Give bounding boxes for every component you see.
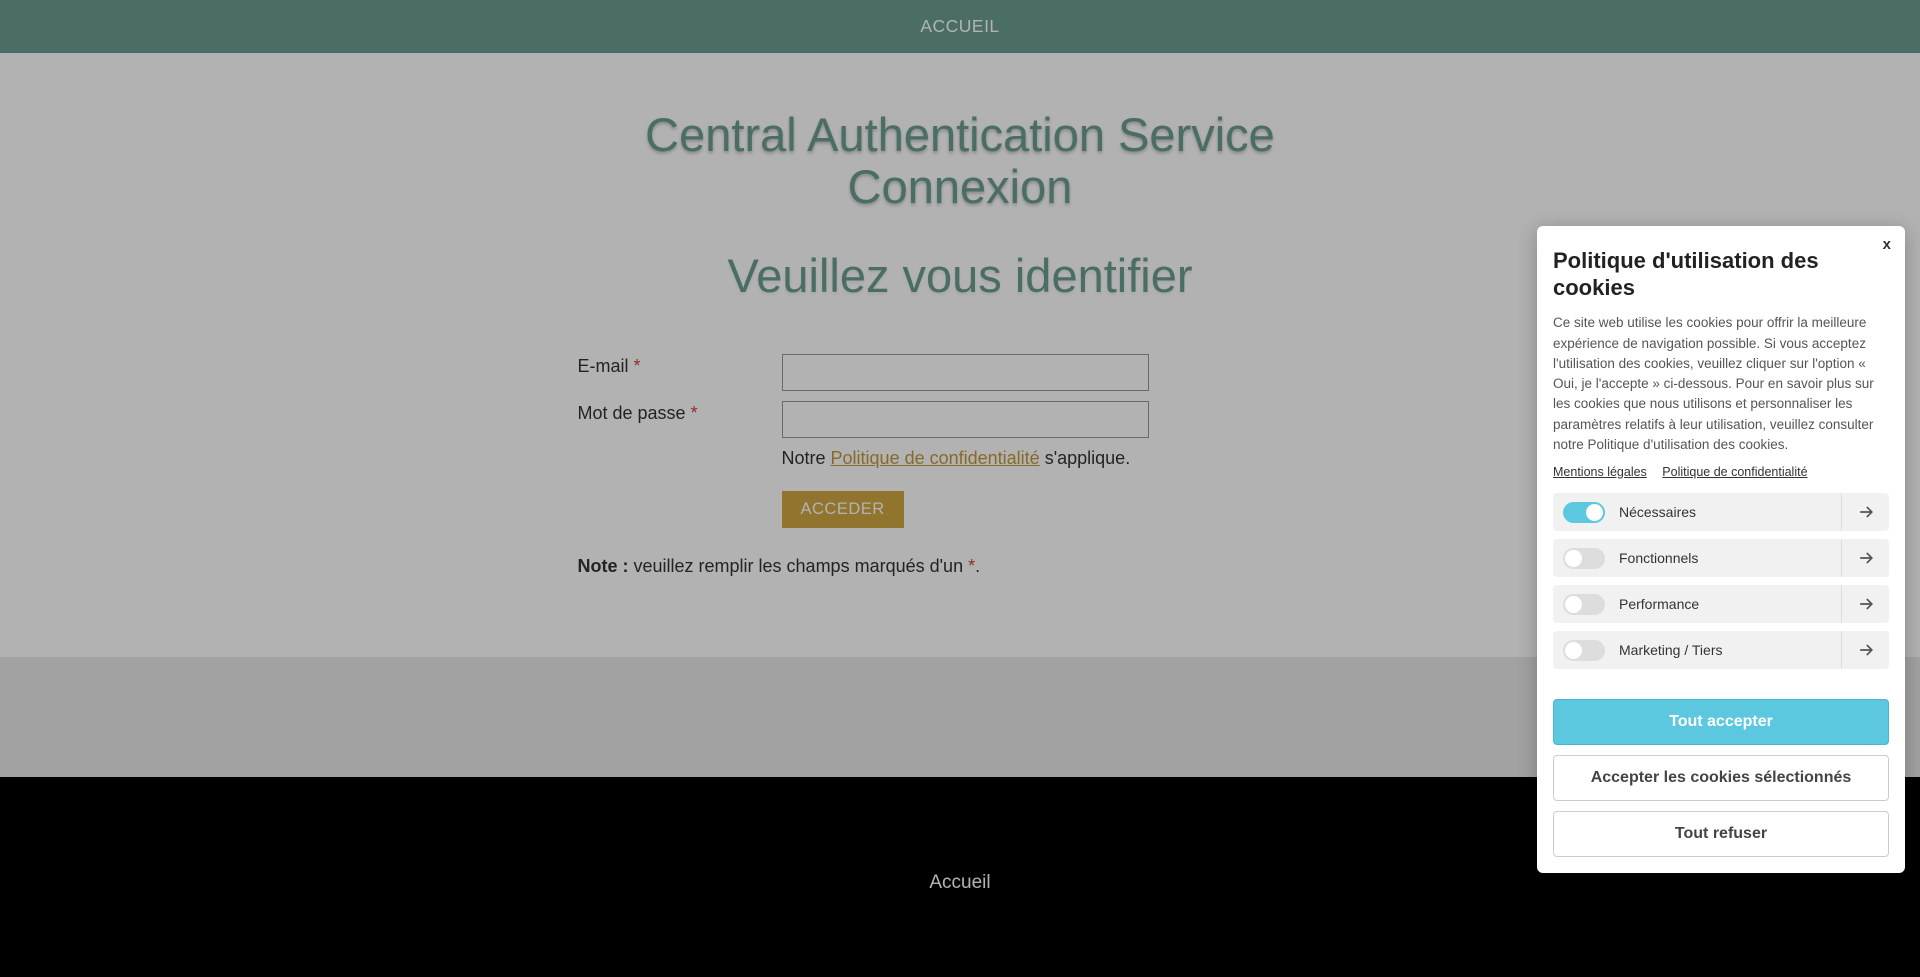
cookie-cat-label: Performance [1619, 596, 1699, 612]
page-title-line2: Connexion [848, 160, 1073, 213]
submit-button[interactable]: ACCEDER [782, 491, 904, 528]
expand-necessary[interactable] [1841, 493, 1889, 531]
cookie-buttons: Tout accepter Accepter les cookies sélec… [1553, 699, 1889, 857]
email-row: E-mail * [578, 354, 1343, 391]
toggle-knob [1586, 504, 1603, 521]
page-title-line1: Central Authentication Service [645, 108, 1275, 161]
email-input-wrap [782, 354, 1342, 391]
arrow-right-icon [1856, 502, 1876, 522]
toggle-knob [1565, 642, 1582, 659]
privacy-policy-link-cookie[interactable]: Politique de confidentialité [1662, 465, 1807, 479]
toggle-knob [1565, 596, 1582, 613]
page-title: Central Authentication Service Connexion [0, 109, 1920, 212]
cookie-cat-label: Marketing / Tiers [1619, 642, 1722, 658]
expand-functional[interactable] [1841, 539, 1889, 577]
privacy-notice: Notre Politique de confidentialité s'app… [782, 448, 1343, 469]
cookie-cat-left: Marketing / Tiers [1553, 640, 1841, 661]
expand-marketing[interactable] [1841, 631, 1889, 669]
cookie-cat-left: Nécessaires [1553, 502, 1841, 523]
cookie-category-marketing: Marketing / Tiers [1553, 631, 1889, 669]
password-input-wrap [782, 401, 1342, 438]
password-row: Mot de passe * [578, 401, 1343, 438]
expand-performance[interactable] [1841, 585, 1889, 623]
accept-selected-button[interactable]: Accepter les cookies sélectionnés [1553, 755, 1889, 801]
arrow-right-icon [1856, 640, 1876, 660]
password-input[interactable] [782, 401, 1149, 438]
footer-home-link[interactable]: Accueil [929, 872, 990, 893]
accept-all-button[interactable]: Tout accepter [1553, 699, 1889, 745]
cookie-consent-panel: x Politique d'utilisation des cookies Ce… [1537, 226, 1905, 873]
legal-notice-link[interactable]: Mentions légales [1553, 465, 1647, 479]
note-row: Note : veuillez remplir les champs marqu… [578, 556, 1343, 577]
privacy-prefix: Notre [782, 448, 831, 468]
login-form: E-mail * Mot de passe * Notre Politique … [578, 354, 1343, 577]
toggle-performance[interactable] [1563, 594, 1605, 615]
reject-all-button[interactable]: Tout refuser [1553, 811, 1889, 857]
note-text: veuillez remplir les champs marqués d'un [629, 556, 969, 576]
note-end: . [975, 556, 980, 576]
note-bold: Note : [578, 556, 629, 576]
toggle-necessary[interactable] [1563, 502, 1605, 523]
privacy-suffix: s'applique. [1040, 448, 1131, 468]
cookie-category-functional: Fonctionnels [1553, 539, 1889, 577]
cookie-category-necessary: Nécessaires [1553, 493, 1889, 531]
cookie-cat-label: Fonctionnels [1619, 550, 1698, 566]
cookie-legal-links: Mentions légales Politique de confidenti… [1553, 465, 1889, 479]
toggle-marketing[interactable] [1563, 640, 1605, 661]
arrow-right-icon [1856, 594, 1876, 614]
cookie-categories: Nécessaires Fonctionnels Performance [1553, 493, 1889, 669]
email-label: E-mail * [578, 354, 782, 377]
cookie-title: Politique d'utilisation des cookies [1553, 248, 1889, 301]
nav-home-link[interactable]: ACCUEIL [920, 16, 999, 37]
email-input[interactable] [782, 354, 1149, 391]
cookie-cat-label: Nécessaires [1619, 504, 1696, 520]
arrow-right-icon [1856, 548, 1876, 568]
cookie-category-performance: Performance [1553, 585, 1889, 623]
cookie-description: Ce site web utilise les cookies pour off… [1553, 313, 1889, 455]
cookie-cat-left: Performance [1553, 594, 1841, 615]
privacy-policy-link[interactable]: Politique de confidentialité [831, 448, 1040, 468]
toggle-functional[interactable] [1563, 548, 1605, 569]
toggle-knob [1565, 550, 1582, 567]
cookie-close-button[interactable]: x [1883, 236, 1891, 253]
cookie-cat-left: Fonctionnels [1553, 548, 1841, 569]
email-label-text: E-mail [578, 356, 634, 376]
submit-row: ACCEDER [782, 491, 1343, 528]
password-label: Mot de passe * [578, 401, 782, 424]
password-label-text: Mot de passe [578, 403, 691, 423]
required-mark: * [634, 356, 641, 376]
top-nav: ACCUEIL [0, 0, 1920, 53]
required-mark: * [691, 403, 698, 423]
